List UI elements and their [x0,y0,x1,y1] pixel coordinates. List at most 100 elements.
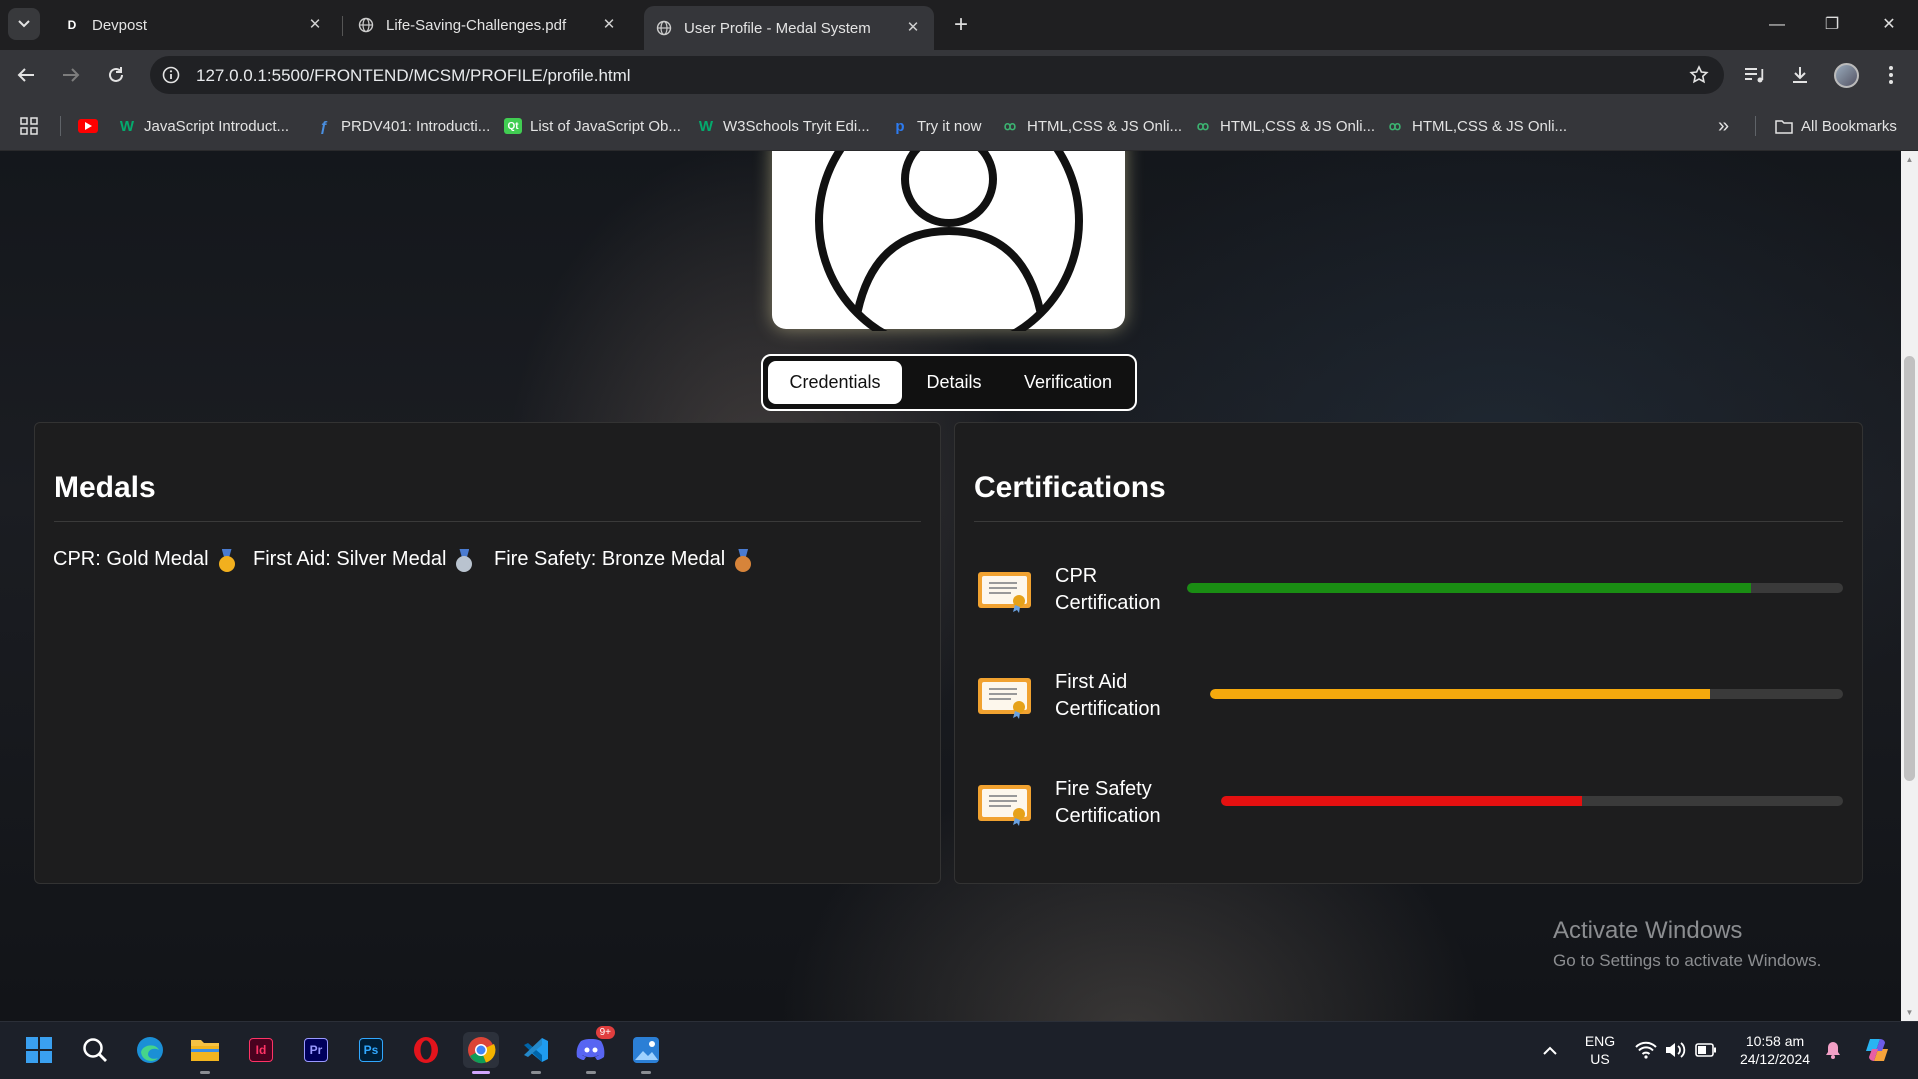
copilot-icon[interactable] [1859,1032,1895,1068]
gg-icon: ꝏ [1003,119,1017,133]
progress-bar-fill [1210,689,1711,699]
bookmark-divider [1755,116,1756,136]
tab-divider [342,16,343,36]
downloads-icon[interactable] [1787,62,1813,88]
reload-icon [109,67,123,82]
search-icon[interactable] [77,1032,113,1068]
p-icon: p [895,117,905,135]
bookmark-item[interactable]: W W3Schools Tryit Edi... [697,116,870,136]
w3schools-icon: W [119,117,135,135]
photoshop-icon[interactable]: Ps [353,1032,389,1068]
address-bar[interactable]: 127.0.0.1:5500/FRONTEND/MCSM/PROFILE/pro… [150,56,1724,94]
browser-menu-icon[interactable] [1878,62,1904,88]
certificate-icon [978,678,1031,719]
certification-label: First Aid Certification [1055,669,1161,723]
url-text[interactable]: 127.0.0.1:5500/FRONTEND/MCSM/PROFILE/pro… [196,66,631,86]
divider [54,521,921,522]
certification-row: CPR Certification [955,563,1862,623]
scroll-down-icon[interactable]: ▼ [1905,1008,1914,1017]
bookmark-youtube[interactable] [78,116,106,136]
edge-icon[interactable] [132,1032,168,1068]
page-scrollbar[interactable]: ▲ ▼ [1901,151,1918,1021]
language-line2: US [1590,1051,1610,1067]
divider [974,521,1843,522]
media-controls-icon[interactable] [1742,62,1768,88]
battery-icon[interactable] [1691,1032,1721,1068]
vscode-icon[interactable] [518,1032,554,1074]
browser-toolbar: 127.0.0.1:5500/FRONTEND/MCSM/PROFILE/pro… [0,50,1918,100]
medal-label: First Aid: Silver Medal [253,548,447,570]
premiere-icon[interactable]: Pr [298,1032,334,1068]
activate-windows-watermark: Activate Windows Go to Settings to activ… [1553,917,1821,971]
youtube-icon [78,119,98,133]
tab-title: Devpost [92,16,148,34]
bookmark-item[interactable]: ꝏ HTML,CSS & JS Onli... [1001,116,1182,136]
scroll-up-icon[interactable]: ▲ [1905,155,1914,164]
tab-title: Life-Saving-Challenges.pdf [386,16,567,34]
file-explorer-icon[interactable] [187,1032,223,1074]
certification-line2: Certification [1055,805,1161,827]
more-bookmarks-icon[interactable]: » [1718,115,1729,137]
medal-item-first-aid: First Aid: Silver Medal [253,548,473,572]
language-indicator[interactable]: ENG US [1578,1032,1622,1068]
bronze-medal-icon [735,548,752,572]
scrollbar-thumb[interactable] [1904,356,1915,781]
tab-life-saving-pdf[interactable]: Life-Saving-Challenges.pdf ✕ [346,6,630,44]
volume-icon[interactable] [1661,1032,1691,1068]
discord-icon[interactable]: 9+ [573,1026,615,1074]
restore-icon[interactable]: ❐ [1817,10,1847,40]
profile-avatar[interactable] [1834,63,1859,88]
chevron-up-icon[interactable] [1535,1032,1565,1068]
close-tab-icon[interactable]: ✕ [904,19,922,37]
certification-label: Fire Safety Certification [1055,776,1161,830]
bookmark-item[interactable]: p Try it now [891,116,981,136]
tab-verification[interactable]: Verification [1008,361,1128,404]
all-bookmarks[interactable]: All Bookmarks [1775,116,1897,136]
medal-item-cpr: CPR: Gold Medal [53,548,235,572]
close-tab-icon[interactable]: ✕ [600,16,618,34]
medal-label: Fire Safety: Bronze Medal [494,548,726,570]
notifications-bell-icon[interactable] [1818,1032,1848,1068]
wifi-icon[interactable] [1631,1032,1661,1068]
bookmark-label: List of JavaScript Ob... [530,117,681,135]
bookmark-label: JavaScript Introduct... [144,117,290,135]
clock-time: 10:58 am [1745,1033,1805,1049]
apps-grid-icon[interactable] [20,116,38,136]
medal-item-fire-safety: Fire Safety: Bronze Medal [494,548,752,572]
reload-button[interactable] [102,61,130,89]
tab-devpost[interactable]: D Devpost ✕ [52,6,336,44]
indesign-icon[interactable]: Id [243,1032,279,1068]
certifications-panel: Certifications CPR Certification First A… [954,422,1863,884]
close-window-icon[interactable]: ✕ [1874,10,1904,40]
minimize-icon[interactable]: — [1762,10,1792,40]
bookmark-label: HTML,CSS & JS Onli... [1220,117,1376,135]
clock[interactable]: 10:58 am 24/12/2024 [1730,1032,1820,1068]
photos-icon[interactable] [628,1032,664,1074]
back-button[interactable] [12,61,40,89]
site-info-icon[interactable] [160,64,182,86]
bookmark-item[interactable]: ƒ PRDV401: Introducti... [315,116,490,136]
close-tab-icon[interactable]: ✕ [306,16,324,34]
chrome-icon[interactable] [463,1032,499,1074]
tab-user-profile[interactable]: User Profile - Medal System ✕ [644,6,934,50]
forward-button[interactable] [57,61,85,89]
bookmark-item[interactable]: Qt List of JavaScript Ob... [504,116,681,136]
certification-line1: CPR [1055,565,1098,587]
bookmark-star-icon[interactable] [1688,64,1710,86]
windows-start-icon[interactable] [21,1032,57,1068]
opera-icon[interactable] [408,1032,444,1068]
certifications-heading: Certifications [974,471,1166,504]
bookmark-item[interactable]: ꝏ HTML,CSS & JS Onli... [1194,116,1375,136]
language-line1: ENG [1584,1033,1616,1049]
user-avatar-icon [815,151,1083,331]
bookmark-item[interactable]: W JavaScript Introduct... [118,116,289,136]
tab-search-button[interactable] [8,8,40,40]
new-tab-button[interactable]: + [948,12,974,38]
tab-credentials[interactable]: Credentials [768,361,902,404]
certification-line2: Certification [1055,592,1161,614]
gg-icon: ꝏ [1388,119,1402,133]
certification-line1: First Aid [1055,671,1128,693]
tab-details[interactable]: Details [910,361,998,404]
progress-bar-track [1210,689,1843,699]
bookmark-item[interactable]: ꝏ HTML,CSS & JS Onli... [1386,116,1567,136]
